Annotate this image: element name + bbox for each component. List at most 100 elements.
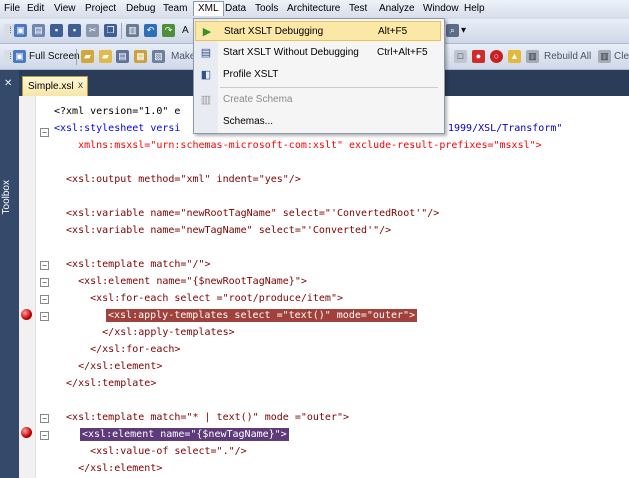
collapse-icon[interactable]: − [40,261,49,270]
code-line: xmlns:msxsl="urn:schemas-microsoft-com:x… [54,140,542,151]
clean-button[interactable]: Cle [614,51,629,62]
menu-separator [220,87,438,88]
menu-schemas[interactable]: Schemas... [195,112,441,132]
clean-icon[interactable]: ▥ [598,50,611,63]
menu-item-shortcut: Alt+F5 [378,26,408,37]
menu-edit[interactable]: Edit [27,3,44,14]
menu-item-shortcut: Ctrl+Alt+F5 [377,47,428,58]
code-line: <xsl:variable name="newRootTagName" sele… [54,208,440,219]
properties-icon[interactable]: ▦ [134,50,147,63]
menu-analyze[interactable]: Analyze [379,3,415,14]
breakpoint-highlight: <xsl:apply-templates select ="text()" mo… [106,309,418,322]
rebuild-all-icon[interactable]: ▥ [526,50,539,63]
menu-start-xslt-debugging[interactable]: ▶ Start XSLT Debugging Alt+F5 [195,21,441,41]
xml-dropdown-menu: ▶ Start XSLT Debugging Alt+F5 ▤ Start XS… [193,18,445,134]
menu-team[interactable]: Team [163,3,187,14]
code-line: 1999/XSL/Transform" [448,123,563,134]
code-line: <xsl:value-of select="."/> [54,446,247,457]
redo-icon[interactable]: ↷ [162,24,175,37]
menu-profile-xslt[interactable]: ◧ Profile XSLT [195,65,441,85]
folder-icon[interactable]: ▰ [99,50,112,63]
collapse-icon[interactable]: − [40,431,49,440]
code-line: </xsl:for-each> [54,344,181,355]
menu-debug[interactable]: Debug [126,3,155,14]
paste-icon[interactable]: ▥ [126,24,139,37]
rebuild-all-button[interactable]: Rebuild All [544,51,591,62]
menu-bar: File Edit View Project Debug Team XML Da… [0,0,629,20]
menu-tools[interactable]: Tools [255,3,278,14]
menu-xml[interactable]: XML [193,1,224,16]
code-line: <xsl:output method="xml" indent="yes"/> [54,174,301,185]
code-line: <xsl:for-each select ="root/produce/item… [54,293,343,304]
save-all-icon[interactable]: ▪ [68,24,81,37]
menu-project[interactable]: Project [85,3,116,14]
menu-window[interactable]: Window [423,3,459,14]
close-icon[interactable]: x [78,80,83,91]
menu-help[interactable]: Help [464,3,485,14]
copy-icon[interactable]: ❐ [104,24,117,37]
new-project-icon[interactable]: ▣ [14,24,27,37]
toolbox-label[interactable]: Toolbox [1,180,19,214]
code-line: <xsl:template match="* | text()" mode ="… [54,412,350,423]
code-line: </xsl:template> [54,378,157,389]
add-item-icon[interactable]: ▤ [32,24,45,37]
toolbar-separator [76,49,77,65]
cut-icon[interactable]: ✂ [86,24,99,37]
build-icon[interactable]: ▲ [508,50,521,63]
collapse-icon[interactable]: − [40,312,49,321]
tab-simple-xsl[interactable]: Simple.xsl x [22,76,88,96]
code-line: <xsl:variable name="newTagName" select="… [54,225,392,236]
breakpoint-pin-icon[interactable]: ● [472,50,485,63]
collapse-icon[interactable]: − [40,128,49,137]
menu-item-label: Schemas... [223,116,274,127]
profile-icon: ◧ [200,69,212,81]
menu-item-label: Start XSLT Debugging [224,26,324,37]
full-screen-icon[interactable]: ▣ [13,50,26,63]
code-line: <?xml version="1.0" e [54,106,181,117]
toolbar-separator [121,23,122,39]
breakpoint-code-line: <xsl:apply-templates select ="text()" mo… [106,309,418,322]
tab-label: Simple.xsl [28,81,74,92]
settings-icon[interactable]: ▧ [152,50,165,63]
menu-view[interactable]: View [54,3,76,14]
code-line: </xsl:element> [54,463,163,474]
current-statement-highlight: <xsl:element name="{$newTagName}"> [80,428,289,441]
toolbox-strip[interactable]: ✕ Toolbox [0,70,19,478]
code-line: <xsl:element name="{$newRootTagName}"> [54,276,307,287]
editor-gutter[interactable] [19,96,36,478]
code-line: <xsl:stylesheet versi [54,123,181,134]
code-line: <xsl:template match="/"> [54,259,211,270]
play-debug-icon: ▶ [202,26,212,38]
code-editor[interactable]: − − − − − − − <?xml version="1.0" e <xsl… [36,96,629,478]
menu-test[interactable]: Test [349,3,367,14]
schema-icon: ▥ [200,94,212,106]
menu-data[interactable]: Data [225,3,246,14]
current-statement-line: <xsl:element name="{$newTagName}"> [80,428,289,441]
code-line: </xsl:apply-templates> [54,327,235,338]
document-icon[interactable]: ▤ [116,50,129,63]
breakpoint-icon[interactable] [21,427,32,438]
menu-create-schema: ▥ Create Schema [195,90,441,110]
menu-file[interactable]: File [4,3,20,14]
menu-start-xslt-without-debugging[interactable]: ▤ Start XSLT Without Debugging Ctrl+Alt+… [195,43,441,63]
menu-item-label: Start XSLT Without Debugging [223,47,359,58]
stop-icon[interactable]: ○ [490,50,503,63]
menu-item-label: Create Schema [223,94,293,105]
snippet-letter: A [182,25,189,36]
save-icon[interactable]: ▪ [50,24,63,37]
collapse-icon[interactable]: − [40,414,49,423]
code-line: </xsl:element> [54,361,163,372]
make-button[interactable]: Make [171,51,195,62]
toggle-icon[interactable]: □ [454,50,467,63]
run-document-icon: ▤ [200,47,212,59]
toolbox-pin-icon[interactable]: ✕ [4,78,12,89]
collapse-icon[interactable]: − [40,295,49,304]
undo-icon[interactable]: ↶ [144,24,157,37]
collapse-icon[interactable]: − [40,278,49,287]
full-screen-button[interactable]: Full Screen [29,51,80,62]
menu-architecture[interactable]: Architecture [287,3,340,14]
chevron-down-icon[interactable]: ▾ [461,25,466,36]
breakpoint-icon[interactable] [21,309,32,320]
open-folder-icon[interactable]: ▰ [81,50,94,63]
find-icon[interactable]: ⌕ [446,24,459,37]
